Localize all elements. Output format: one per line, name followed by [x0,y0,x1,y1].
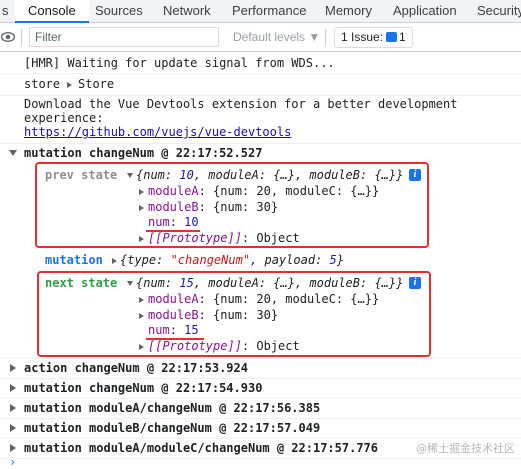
expand-arrow-icon[interactable] [10,384,16,392]
tab-console[interactable]: Console [15,0,89,23]
console-prompt-icon[interactable]: › [9,455,16,469]
log-group-header[interactable]: mutation moduleB/changeNum @ 22:17:57.04… [0,419,521,439]
expand-arrow-icon[interactable] [10,444,16,452]
expand-arrow-icon[interactable] [10,404,16,412]
eye-icon[interactable] [1,30,15,44]
tab-performance[interactable]: Performance [232,0,306,22]
text: , payload: [250,253,330,267]
tab-security[interactable]: Security [477,0,521,22]
log-group-header[interactable]: action changeNum @ 22:17:53.924 [0,359,521,379]
collapse-arrow-icon[interactable] [9,150,17,156]
issues-count: 1 [399,30,406,44]
group-title: action changeNum @ 22:17:53.924 [24,361,248,375]
log-message: experience: [24,111,104,125]
issues-button[interactable]: 1 Issue: 1 [334,27,413,48]
highlight-box-prev-state [35,162,429,248]
watermark: @稀土掘金技术社区 [416,442,515,455]
log-group-header[interactable]: mutation moduleA/changeNum @ 22:17:56.38… [0,399,521,419]
toolbar-divider [21,29,22,46]
value: 5 [329,253,337,267]
filter-input[interactable]: Filter [29,27,219,47]
expand-arrow-icon[interactable] [10,364,16,372]
text: {type: [120,253,171,267]
issue-message-icon [386,32,398,42]
group-title: mutation moduleA/changeNum @ 22:17:56.38… [24,401,321,415]
tab-memory[interactable]: Memory [325,0,372,22]
highlight-box-next-state [37,271,431,357]
tab-application[interactable]: Application [393,0,457,22]
mutation-label: mutation [45,253,103,267]
group-title: mutation changeNum @ 22:17:52.527 [24,146,263,160]
log-levels-dropdown[interactable]: Default levels ▼ [233,27,320,47]
log-message: store [24,77,61,91]
log-row-devtools: Download the Vue Devtools extension for … [0,96,521,144]
expand-arrow-icon[interactable] [112,258,117,264]
mutation-payload[interactable]: {type: "changeNum", payload: 5} [120,253,344,268]
issues-label: 1 Issue: [341,30,384,44]
group-title: mutation moduleB/changeNum @ 22:17:57.04… [24,421,321,435]
log-row-store: store Store [0,74,521,96]
group-title: mutation changeNum @ 22:17:54.930 [24,381,263,395]
expand-arrow-icon[interactable] [10,424,16,432]
tab-sources[interactable]: Sources [95,0,143,22]
group-title: mutation moduleA/moduleC/changeNum @ 22:… [24,441,379,455]
expand-arrow-icon[interactable] [67,82,72,88]
log-message: Download the Vue Devtools extension for … [24,97,458,111]
log-group-header[interactable]: mutation changeNum @ 22:17:54.930 [0,379,521,399]
devtools-tab-bar: s Console Sources Network Performance Me… [0,0,521,23]
log-group-header[interactable]: mutation changeNum @ 22:17:52.527 [0,144,521,162]
store-object[interactable]: Store [78,77,114,92]
text: } [336,253,345,267]
console-toolbar: Filter Default levels ▼ 1 Issue: 1 [0,23,521,52]
toolbar-divider [325,29,326,46]
tab-elements-partial[interactable]: s [2,0,9,22]
devtools-link[interactable]: https://github.com/vuejs/vue-devtools [24,125,291,140]
log-message: [HMR] Waiting for update signal from WDS… [24,56,335,70]
log-row-hmr: [HMR] Waiting for update signal from WDS… [0,52,521,74]
tab-network[interactable]: Network [163,0,211,22]
value: "changeNum" [170,253,251,267]
